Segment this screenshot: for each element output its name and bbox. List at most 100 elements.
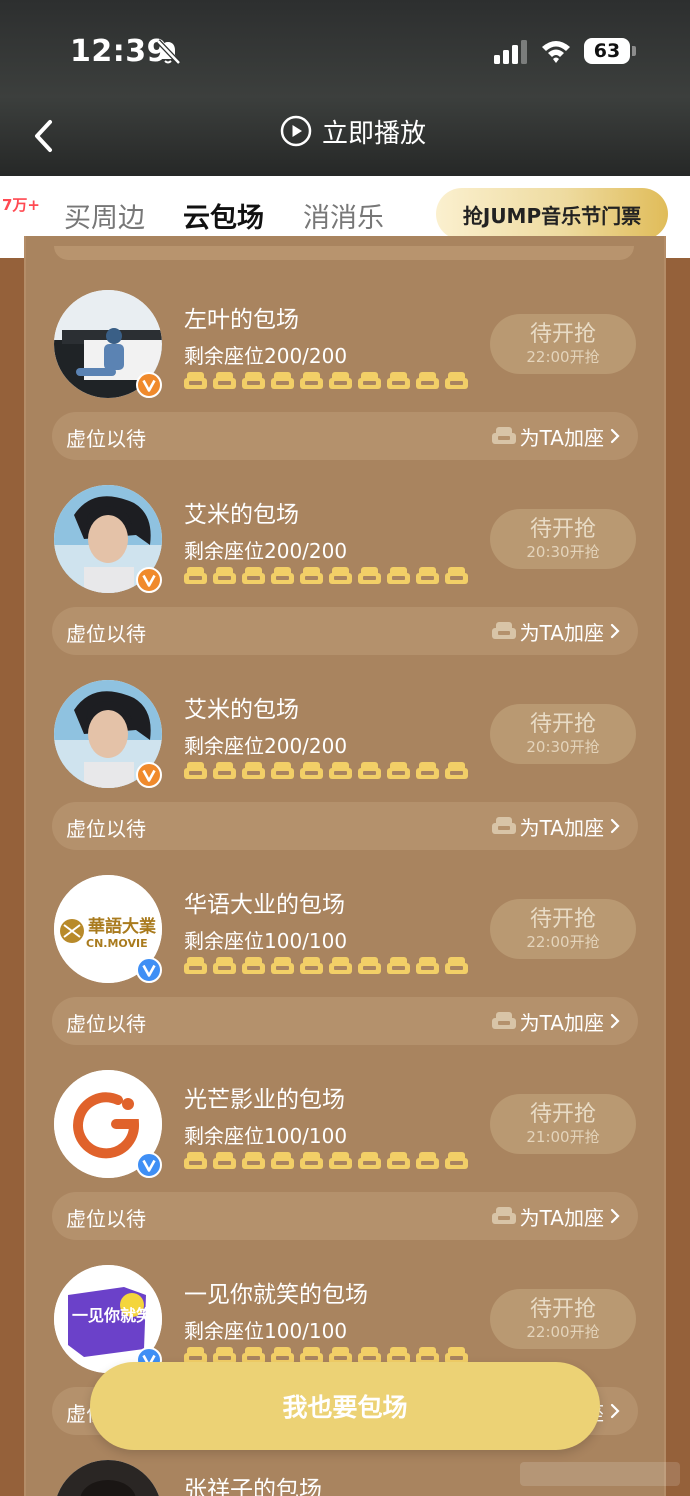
verified-badge-icon: [136, 762, 162, 788]
add-seat-button[interactable]: 为TA加座: [491, 1005, 622, 1037]
seat-icon: [213, 372, 236, 389]
sofa-icon: [491, 427, 516, 444]
remaining-seats: 剩余座位200/200: [184, 734, 348, 758]
avatar-logo-text: 華語大業: [88, 916, 156, 937]
screening-card[interactable]: 艾米的包场 剩余座位200/200 待开抢 20:30开抢 虚位以待 为TA加座: [52, 485, 638, 657]
chevron-right-icon: [610, 818, 620, 834]
add-seat-label: 为TA加座: [519, 815, 604, 840]
seat-icon: [329, 762, 352, 779]
row-footer: 虚位以待 为TA加座: [52, 802, 638, 850]
row-footer: 虚位以待 为TA加座: [52, 997, 638, 1045]
seat-row: [184, 370, 470, 394]
sofa-icon: [491, 1207, 516, 1224]
start-time: 21:00开抢: [526, 1128, 600, 1146]
bell-muted-icon: [156, 39, 181, 65]
watermark: [520, 1462, 680, 1486]
remaining-seats: 剩余座位100/100: [184, 1319, 348, 1343]
seat-icon: [445, 1152, 468, 1169]
verified-badge-icon: [136, 1152, 162, 1178]
seat-icon: [329, 372, 352, 389]
seat-icon: [416, 567, 439, 584]
pending-status-button[interactable]: 待开抢 22:00开抢: [490, 314, 636, 374]
seat-icon: [387, 567, 410, 584]
add-seat-button[interactable]: 为TA加座: [491, 1200, 622, 1232]
vacancy-label: 虚位以待: [66, 622, 146, 646]
remaining-seats: 剩余座位100/100: [184, 1124, 348, 1148]
seat-icon: [242, 957, 265, 974]
play-now-label: 立即播放: [322, 118, 427, 149]
row-footer: 虚位以待 为TA加座: [52, 412, 638, 460]
verified-badge-icon: [136, 957, 162, 983]
tab-count-badge: 7万+: [0, 192, 45, 218]
chevron-right-icon: [610, 1208, 620, 1224]
status-label: 待开抢: [529, 907, 596, 932]
create-screening-button[interactable]: 我也要包场: [90, 1362, 600, 1450]
seat-icon: [242, 567, 265, 584]
verified-badge-icon: [136, 567, 162, 593]
back-icon[interactable]: [30, 118, 58, 154]
avatar[interactable]: [54, 1460, 162, 1496]
seat-icon: [300, 372, 323, 389]
seat-row: [184, 760, 470, 784]
start-time: 22:00开抢: [526, 348, 600, 366]
seat-icon: [416, 372, 439, 389]
sofa-icon: [491, 817, 516, 834]
add-seat-button[interactable]: 为TA加座: [491, 420, 622, 452]
seat-icon: [358, 567, 381, 584]
seat-icon: [387, 372, 410, 389]
vacancy-label: 虚位以待: [66, 427, 146, 451]
add-seat-label: 为TA加座: [519, 1010, 604, 1035]
seat-icon: [213, 567, 236, 584]
seat-icon: [184, 957, 207, 974]
add-seat-label: 为TA加座: [519, 425, 604, 450]
sofa-icon: [491, 622, 516, 639]
seat-icon: [184, 567, 207, 584]
pending-status-button[interactable]: 待开抢 21:00开抢: [490, 1094, 636, 1154]
seat-icon: [445, 957, 468, 974]
seat-row: [184, 1150, 470, 1174]
row-footer: 虚位以待 为TA加座: [52, 1192, 638, 1240]
chevron-right-icon: [610, 623, 620, 639]
seat-icon: [184, 762, 207, 779]
status-label: 待开抢: [529, 517, 596, 542]
vacancy-label: 虚位以待: [66, 1012, 146, 1036]
chevron-right-icon: [610, 1403, 620, 1419]
add-seat-button[interactable]: 为TA加座: [491, 615, 622, 647]
tab-buy-merch[interactable]: 买周边: [64, 196, 145, 235]
tab-cloud-screening[interactable]: 云包场: [183, 196, 264, 235]
screening-title: 华语大业的包场: [184, 892, 345, 918]
avatar-logo-subtext: CN.MOVIE: [86, 937, 148, 950]
screening-card[interactable]: 艾米的包场 剩余座位200/200 待开抢 20:30开抢 虚位以待 为TA加座: [52, 680, 638, 852]
seat-icon: [271, 1152, 294, 1169]
remaining-seats: 剩余座位100/100: [184, 929, 348, 953]
start-time: 22:00开抢: [526, 933, 600, 951]
seat-icon: [184, 1152, 207, 1169]
screening-card[interactable]: 華語大業 CN.MOVIE 华语大业的包场 剩余座位100/100 待开抢 22…: [52, 875, 638, 1047]
seat-icon: [300, 957, 323, 974]
seat-icon: [445, 762, 468, 779]
seat-icon: [300, 1152, 323, 1169]
pending-status-button[interactable]: 待开抢 20:30开抢: [490, 704, 636, 764]
screening-title: 张祥子的包场: [184, 1477, 322, 1496]
tab-match-game[interactable]: 消消乐: [303, 196, 384, 235]
seat-icon: [271, 762, 294, 779]
seat-icon: [416, 1152, 439, 1169]
pending-status-button[interactable]: 待开抢 22:00开抢: [490, 899, 636, 959]
screening-card[interactable]: 左叶的包场 剩余座位200/200 待开抢 22:00开抢 虚位以待 为TA加座: [52, 290, 638, 462]
signal-icon: [494, 40, 527, 64]
seat-icon: [416, 957, 439, 974]
add-seat-button[interactable]: 为TA加座: [491, 810, 622, 842]
screening-card[interactable]: 光芒影业的包场 剩余座位100/100 待开抢 21:00开抢 虚位以待 为TA…: [52, 1070, 638, 1242]
verified-badge-icon: [136, 372, 162, 398]
seat-icon: [329, 567, 352, 584]
add-seat-label: 为TA加座: [519, 1205, 604, 1230]
seat-icon: [184, 372, 207, 389]
status-label: 待开抢: [529, 1297, 596, 1322]
play-now-button[interactable]: 立即播放: [280, 112, 426, 150]
pending-status-button[interactable]: 待开抢 20:30开抢: [490, 509, 636, 569]
start-time: 20:30开抢: [526, 543, 600, 561]
pending-status-button[interactable]: 待开抢 22:00开抢: [490, 1289, 636, 1349]
status-label: 待开抢: [529, 1102, 596, 1127]
jump-ticket-promo-button[interactable]: 抢JUMP音乐节门票: [436, 188, 668, 240]
seat-icon: [213, 957, 236, 974]
